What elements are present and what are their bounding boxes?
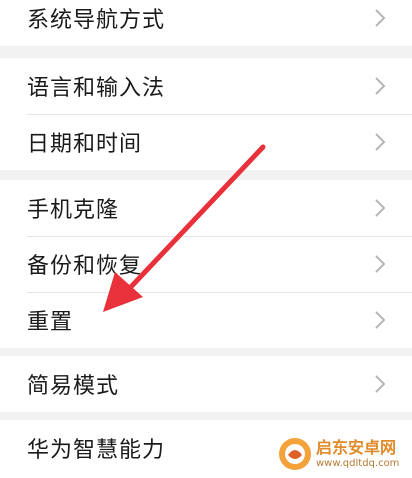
settings-item-label: 华为智慧能力 <box>27 438 166 463</box>
chevron-right-icon <box>375 255 386 273</box>
settings-item-label: 备份和恢复 <box>27 254 143 279</box>
settings-item-date-time[interactable]: 日期和时间 <box>0 114 412 170</box>
settings-item-label: 日期和时间 <box>27 132 143 157</box>
chevron-right-icon <box>375 77 386 95</box>
settings-item-simple-mode[interactable]: 简易模式 <box>0 356 412 412</box>
settings-item-backup-restore[interactable]: 备份和恢复 <box>0 236 412 292</box>
watermark: 启东安卓网 www.qdltdq.com <box>278 434 408 474</box>
watermark-logo-icon <box>279 438 311 470</box>
settings-item-label: 手机克隆 <box>27 198 120 223</box>
chevron-right-icon <box>375 199 386 217</box>
watermark-name: 启东安卓网 <box>316 437 397 457</box>
chevron-right-icon <box>375 375 386 393</box>
settings-item-reset[interactable]: 重置 <box>0 292 412 348</box>
settings-item-label: 简易模式 <box>27 374 120 399</box>
settings-item-language-input[interactable]: 语言和输入法 <box>0 58 412 114</box>
settings-group-simple-mode: 简易模式 <box>0 356 412 412</box>
settings-item-label: 系统导航方式 <box>27 8 166 33</box>
chevron-right-icon <box>375 311 386 329</box>
settings-group-navigation: 系统导航方式 <box>0 0 412 46</box>
settings-item-label: 重置 <box>27 310 74 335</box>
chevron-right-icon <box>375 9 386 27</box>
watermark-url: www.qdltdq.com <box>316 457 400 469</box>
chevron-right-icon <box>375 133 386 151</box>
settings-item-phone-clone[interactable]: 手机克隆 <box>0 180 412 236</box>
settings-group-backup-reset: 手机克隆 备份和恢复 重置 <box>0 180 412 348</box>
settings-item-label: 语言和输入法 <box>27 76 166 101</box>
settings-group-language-time: 语言和输入法 日期和时间 <box>0 58 412 170</box>
settings-item-system-navigation[interactable]: 系统导航方式 <box>0 0 412 46</box>
